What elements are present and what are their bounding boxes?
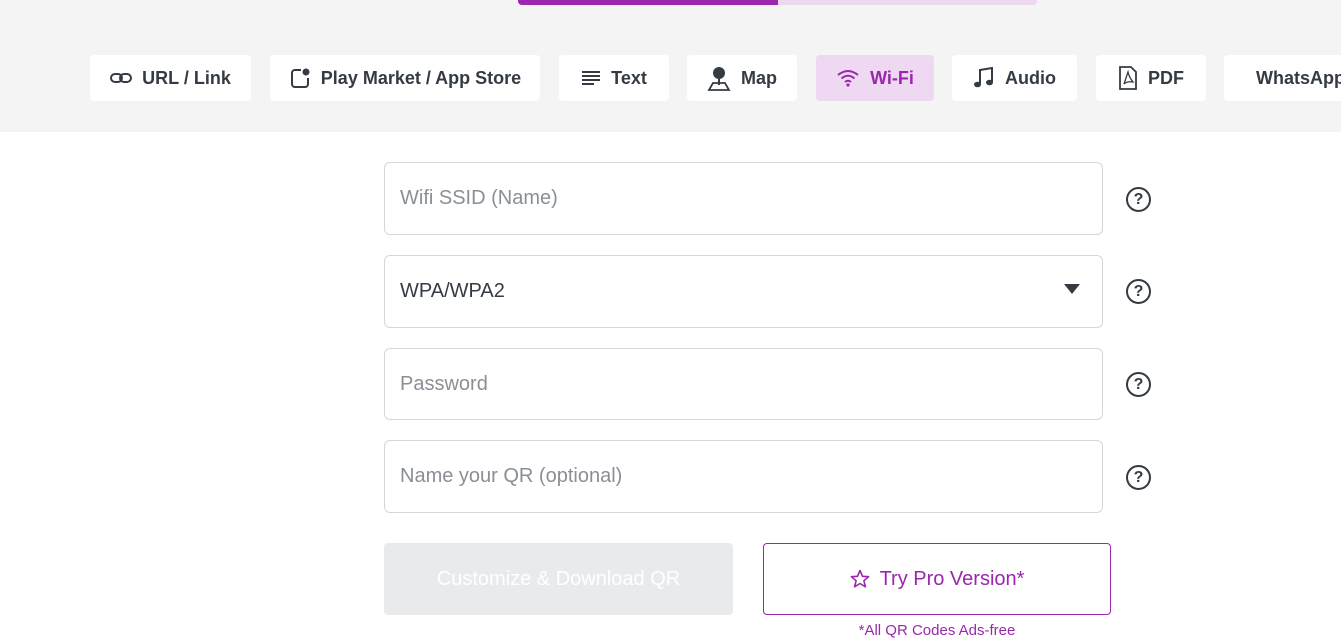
tab-label: Audio: [1005, 67, 1056, 88]
customize-download-button[interactable]: Customize & Download QR: [384, 543, 733, 615]
security-type-value: WPA/WPA2: [400, 280, 505, 302]
tab-label: URL / Link: [142, 67, 231, 88]
map-pin-icon: [707, 67, 731, 91]
wifi-ssid-input[interactable]: [400, 163, 1050, 234]
tab-audio[interactable]: Audio: [952, 55, 1077, 101]
qr-name-help-icon[interactable]: ?: [1126, 465, 1151, 490]
tab-map[interactable]: Map: [687, 55, 797, 101]
try-pro-label: Try Pro Version*: [879, 567, 1025, 590]
security-help-icon[interactable]: ?: [1126, 279, 1151, 304]
tab-pdf[interactable]: PDF: [1096, 55, 1206, 101]
progress-bar: [518, 0, 1037, 5]
tab-whatsapp[interactable]: WhatsApp: [1224, 55, 1341, 101]
music-note-icon: [974, 67, 993, 88]
pdf-icon: [1119, 66, 1137, 90]
star-icon: [850, 569, 869, 588]
caret-down-icon: [1064, 284, 1080, 294]
tab-label: PDF: [1148, 67, 1184, 88]
tab-label: Play Market / App Store: [320, 67, 522, 88]
customize-download-label: Customize & Download QR: [436, 567, 681, 590]
try-pro-button[interactable]: Try Pro Version*: [763, 543, 1111, 615]
wifi-ssid-field[interactable]: [384, 162, 1103, 235]
tab-url-link[interactable]: URL / Link: [90, 55, 251, 101]
tab-label: WhatsApp: [1256, 67, 1341, 88]
help-glyph: ?: [1133, 375, 1144, 393]
qr-name-input[interactable]: [400, 441, 1050, 512]
tab-wifi[interactable]: Wi-Fi: [816, 55, 934, 101]
tab-label: Wi-Fi: [870, 67, 914, 88]
qr-name-field[interactable]: [384, 440, 1103, 513]
security-type-select[interactable]: WPA/WPA2: [384, 255, 1103, 328]
tab-label: Text: [611, 67, 647, 88]
app-store-icon: [290, 68, 310, 88]
text-lines-icon: [582, 71, 601, 85]
password-input[interactable]: [400, 349, 1050, 419]
help-glyph: ?: [1133, 282, 1144, 300]
pro-note: *All QR Codes Ads-free: [858, 622, 1016, 639]
tab-app-store[interactable]: Play Market / App Store: [270, 55, 540, 101]
tab-text[interactable]: Text: [559, 55, 669, 101]
help-glyph: ?: [1133, 468, 1144, 486]
ssid-help-icon[interactable]: ?: [1126, 187, 1151, 212]
category-bar: URL / Link Play Market / App Store Text …: [0, 0, 1341, 132]
password-field[interactable]: [384, 348, 1103, 420]
help-glyph: ?: [1133, 190, 1144, 208]
wifi-icon: [837, 70, 859, 87]
link-icon: [110, 73, 133, 83]
tab-label: Map: [741, 67, 777, 88]
progress-fill: [518, 0, 778, 5]
password-help-icon[interactable]: ?: [1126, 372, 1151, 397]
